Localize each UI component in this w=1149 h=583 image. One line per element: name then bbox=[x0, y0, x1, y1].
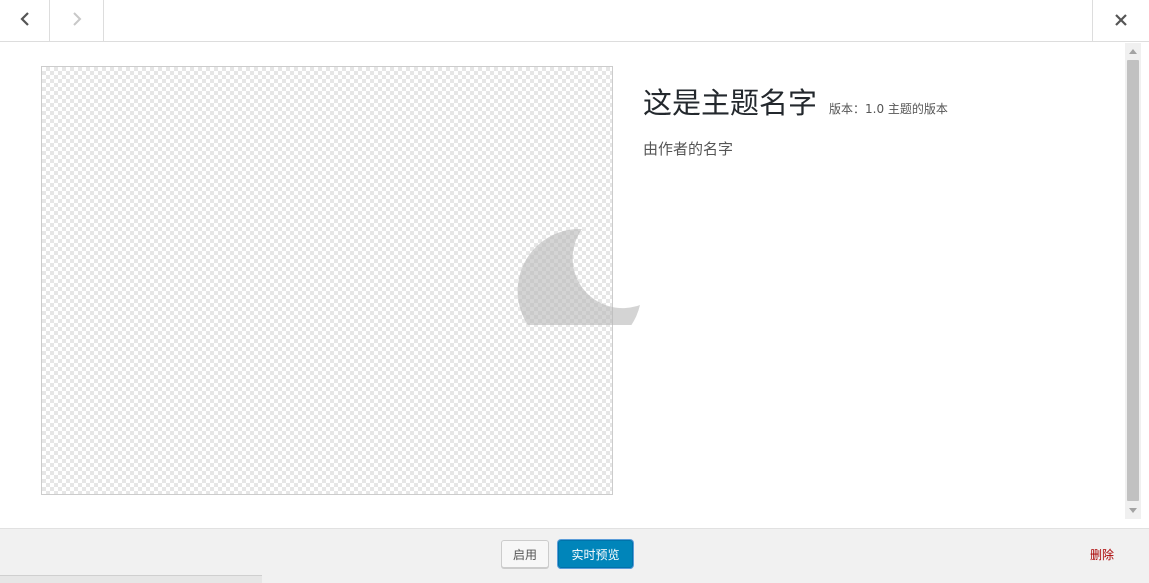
vertical-scrollbar[interactable] bbox=[1125, 43, 1141, 519]
theme-screenshot bbox=[41, 66, 613, 495]
theme-author: 由作者的名字 bbox=[643, 140, 734, 158]
theme-name: 这是主题名字 bbox=[643, 86, 818, 120]
activate-button[interactable]: 启用 bbox=[501, 540, 549, 568]
close-button[interactable] bbox=[1092, 0, 1149, 42]
theme-info: 这是主题名字 版本：1.0 主题的版本 由作者的名字 bbox=[643, 80, 1103, 159]
live-preview-button[interactable]: 实时预览 bbox=[558, 540, 633, 568]
next-theme-button[interactable] bbox=[50, 0, 104, 42]
theme-version: 版本：1.0 主题的版本 bbox=[829, 102, 948, 116]
delete-link[interactable]: 删除 bbox=[1090, 546, 1114, 563]
theme-nav-bar bbox=[0, 0, 1149, 42]
previous-theme-button[interactable] bbox=[0, 0, 50, 42]
scroll-up-icon[interactable] bbox=[1125, 43, 1141, 59]
scroll-down-icon[interactable] bbox=[1125, 503, 1141, 519]
close-icon bbox=[1114, 12, 1128, 31]
scroll-thumb[interactable] bbox=[1127, 60, 1139, 501]
chevron-right-icon bbox=[71, 11, 83, 31]
theme-title-row: 这是主题名字 版本：1.0 主题的版本 bbox=[643, 80, 1103, 122]
chevron-left-icon bbox=[19, 11, 31, 31]
theme-details: 这是主题名字 版本：1.0 主题的版本 由作者的名字 bbox=[0, 43, 1125, 528]
status-strip bbox=[0, 575, 262, 583]
